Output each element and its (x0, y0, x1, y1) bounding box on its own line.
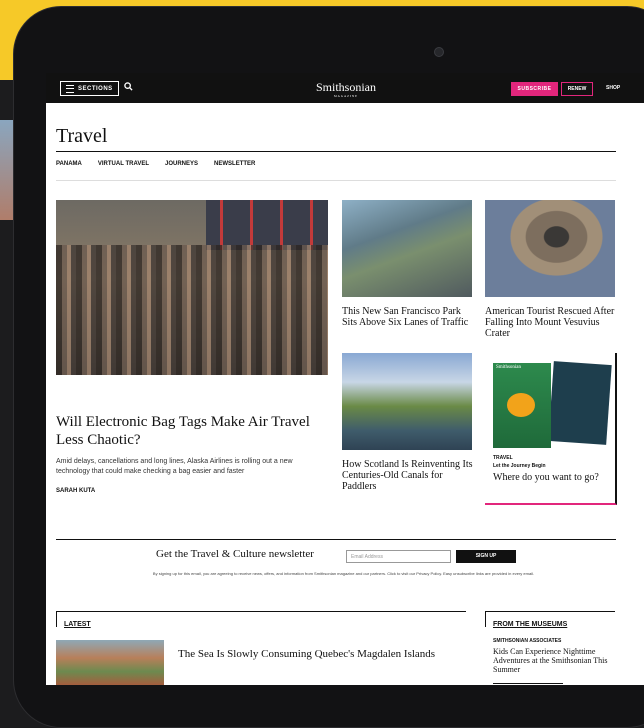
hero-image-detail (206, 200, 328, 250)
latest-frame (56, 611, 466, 612)
latest-heading[interactable]: LATEST (64, 621, 91, 628)
ad-brochure-image (548, 361, 612, 445)
search-icon[interactable] (124, 82, 133, 93)
top-navbar: SECTIONS Smithsonian MAGAZINE SUBSCRIBE … (46, 73, 644, 103)
ad-magazine-image (493, 363, 551, 448)
ad-tagline: Let the Journey Begin (493, 463, 546, 469)
card-image-scotland[interactable] (342, 353, 472, 450)
ad-category: TRAVEL (493, 455, 513, 461)
webpage-screen: SECTIONS Smithsonian MAGAZINE SUBSCRIBE … (46, 73, 644, 685)
museums-frame (485, 611, 486, 627)
newsletter-legal-text: By signing up for this email, you are ag… (152, 571, 535, 576)
divider (56, 539, 616, 540)
latest-image[interactable] (56, 640, 164, 685)
from-museums-heading[interactable]: FROM THE MUSEUMS (493, 621, 567, 628)
divider (493, 683, 563, 684)
ad-title[interactable]: Where do you want to go? (493, 472, 603, 483)
card-title-san-francisco[interactable]: This New San Francisco Park Sits Above S… (342, 306, 474, 328)
museums-title[interactable]: Kids Can Experience Nighttime Adventures… (493, 647, 618, 674)
subnav-item-panama[interactable]: PANAMA (56, 161, 82, 167)
site-logo[interactable]: Smithsonian MAGAZINE (306, 80, 386, 98)
renew-button[interactable]: RENEW (561, 82, 593, 96)
card-image-vesuvius[interactable] (485, 200, 615, 297)
email-field[interactable]: Email Address (346, 550, 451, 563)
latest-title[interactable]: The Sea Is Slowly Consuming Quebec's Mag… (178, 648, 448, 660)
newsletter-label: Get the Travel & Culture newsletter (156, 548, 314, 560)
card-title-scotland[interactable]: How Scotland Is Reinventing Its Centurie… (342, 459, 474, 492)
shop-link[interactable]: SHOP (606, 85, 620, 91)
hero-image-detail (56, 245, 328, 375)
latest-frame (56, 611, 57, 627)
subnav-item-journeys[interactable]: JOURNEYS (165, 161, 198, 167)
sign-up-button[interactable]: SIGN UP (456, 550, 516, 563)
hero-description: Amid delays, cancellations and long line… (56, 458, 293, 475)
card-image-san-francisco[interactable] (342, 200, 472, 297)
subnav-item-virtual-travel[interactable]: VIRTUAL TRAVEL (98, 161, 149, 167)
subnav-item-newsletter[interactable]: NEWSLETTER (214, 161, 255, 167)
ad-magazine-label: Smithsonian (496, 365, 522, 370)
hamburger-icon (66, 84, 74, 93)
museums-tag: SMITHSONIAN ASSOCIATES (493, 638, 562, 644)
subscribe-button[interactable]: SUBSCRIBE (511, 82, 558, 96)
hero-title[interactable]: Will Electronic Bag Tags Make Air Travel… (56, 413, 328, 449)
logo-subtext: MAGAZINE (334, 94, 358, 98)
divider (56, 180, 616, 181)
background-photo (0, 120, 14, 220)
sections-button[interactable]: SECTIONS (60, 81, 119, 96)
museums-frame (485, 611, 615, 612)
camera-icon (434, 47, 444, 57)
logo-text: Smithsonian (315, 80, 376, 94)
page-title: Travel (56, 125, 108, 147)
sections-label: SECTIONS (78, 85, 113, 92)
hero-image[interactable] (56, 200, 328, 375)
section-subnav: PANAMA VIRTUAL TRAVEL JOURNEYS NEWSLETTE… (56, 161, 255, 167)
hero-author[interactable]: SARAH KUTA (56, 488, 95, 494)
card-title-vesuvius[interactable]: American Tourist Rescued After Falling I… (485, 306, 617, 339)
divider (56, 151, 616, 152)
